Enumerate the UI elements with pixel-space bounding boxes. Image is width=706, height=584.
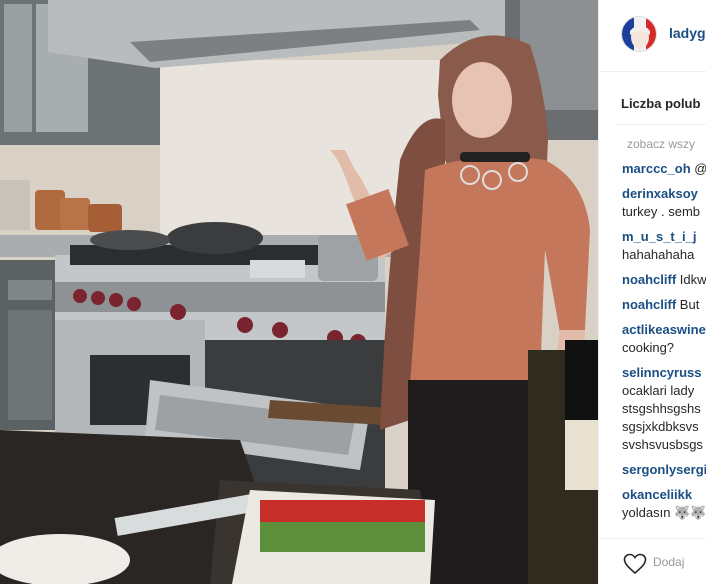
comment-text: sgsjxkdbksvs — [622, 419, 699, 434]
comment-item: okanceliikk yoldasın 🐺🐺 — [622, 486, 706, 522]
comment-item: marccc_oh @ — [622, 160, 706, 178]
comment-username[interactable]: okanceliikk — [622, 486, 706, 504]
comment-text: svshsvusbsgs — [622, 437, 703, 452]
comment-item: sergonlysergi — [622, 461, 706, 479]
post-footer: Dodaj — [599, 538, 706, 584]
post-sidebar: ladyg Liczba polub zobacz wszy marccc_oh… — [598, 0, 706, 584]
comment-item: derinxaksoy turkey . semb — [622, 185, 706, 221]
comment-item: noahcliff Idkw — [622, 271, 706, 289]
comment-text: hahahahaha — [622, 247, 695, 262]
divider — [615, 124, 706, 125]
likes-count[interactable]: Liczba polub — [621, 96, 700, 111]
comment-text: yoldasın 🐺🐺 — [622, 505, 706, 520]
comment-username[interactable]: sergonlysergi — [622, 461, 706, 479]
comments-list: marccc_oh @ derinxaksoyturkey . semb m_u_s… — [622, 160, 706, 529]
comment-text: @ — [694, 161, 706, 176]
comment-username[interactable]: marccc_oh — [622, 161, 691, 176]
comment-username[interactable]: selinncyruss — [622, 364, 706, 382]
comment-username[interactable]: noahcliff — [622, 297, 676, 312]
avatar-image — [622, 17, 656, 51]
comment-text: But — [679, 297, 700, 312]
comment-username[interactable]: actlikeaswine — [622, 321, 706, 339]
avatar[interactable] — [621, 16, 657, 52]
kitchen-photo-illustration — [0, 0, 598, 584]
heart-icon[interactable] — [623, 553, 647, 580]
comment-text: turkey . semb — [622, 204, 701, 219]
comment-text: cooking? — [622, 340, 675, 355]
comment-item: noahcliff But — [622, 296, 706, 314]
comment-username[interactable]: derinxaksoy — [622, 185, 706, 203]
comment-text: ocaklari lady — [622, 383, 695, 398]
post-photo[interactable] — [0, 0, 598, 584]
comment-username[interactable]: m_u_s_t_i_j — [622, 228, 706, 246]
comment-username[interactable]: noahcliff — [622, 272, 676, 287]
comment-item: m_u_s_t_i_j hahahahaha — [622, 228, 706, 264]
comment-item: selinncyruss ocaklari lady stsgshhsgshs sgs… — [622, 364, 706, 454]
post-header: ladyg — [599, 0, 706, 72]
comment-text: stsgshhsgshs — [622, 401, 701, 416]
view-all-comments-link[interactable]: zobacz wszy — [627, 137, 695, 151]
post-username[interactable]: ladyg — [669, 25, 706, 41]
comment-item: actlikeaswine cooking? — [622, 321, 706, 357]
comment-text: Idkw — [679, 272, 706, 287]
add-comment-input[interactable]: Dodaj — [653, 555, 684, 569]
